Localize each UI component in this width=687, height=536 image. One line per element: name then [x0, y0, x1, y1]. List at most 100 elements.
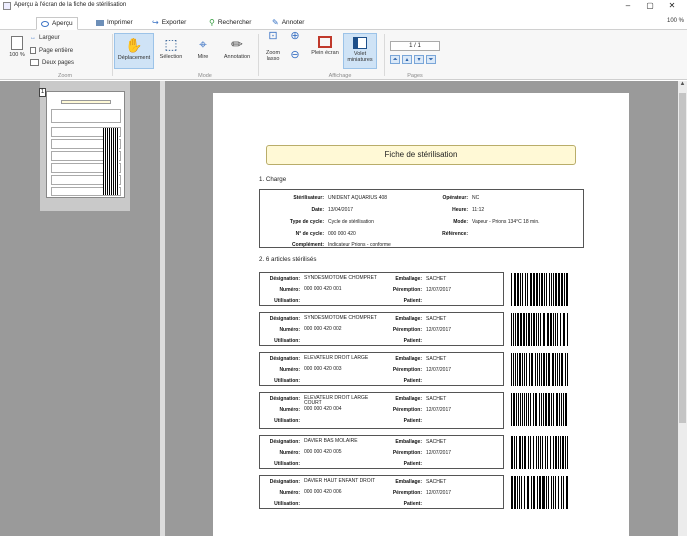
title-bar: Aperçu à l'écran de la fiche de stérilis…	[0, 0, 687, 12]
barcode-bar	[556, 393, 559, 426]
deux-pages-button[interactable]: Deux pages	[30, 59, 74, 66]
close-button[interactable]: ✕	[664, 1, 680, 11]
scroll-up-icon[interactable]: ▲	[678, 81, 687, 91]
designation-value: DAVIER BAS MOLAIRE	[304, 438, 358, 444]
barcode-bar	[511, 476, 513, 509]
barcode-bar	[526, 476, 529, 509]
document-viewport[interactable]: Fiche de stérilisation 1. Charge Stérili…	[165, 81, 678, 536]
page-thumbnail[interactable]	[46, 91, 125, 198]
barcode-bar	[515, 393, 517, 426]
designation-value: DAVIER HAUT ENFANT DROIT	[304, 478, 376, 484]
barcode-bar	[526, 393, 528, 426]
mire-button[interactable]: ⌖ Mire	[188, 33, 218, 69]
maximize-button[interactable]: ▢	[642, 1, 658, 11]
first-page-button[interactable]: ⏶	[390, 55, 400, 64]
peremption-label: Péremption:	[392, 450, 422, 456]
peremption-label: Péremption:	[392, 407, 422, 413]
search-icon: ⚲	[209, 18, 215, 27]
tab-rechercher[interactable]: ⚲ Rechercher	[205, 16, 255, 29]
date-label: Date:	[311, 207, 324, 213]
barcode-bar	[523, 436, 526, 469]
article-box: Désignation: ELEVATEUR DROIT LARGE COURT N…	[259, 392, 504, 429]
plein-ecran-label: Plein écran	[311, 50, 339, 56]
emballage-label: Emballage:	[395, 396, 422, 402]
barcode-bar	[517, 273, 519, 306]
zoom-percent-button[interactable]: 100 %	[4, 36, 30, 68]
next-page-button[interactable]: ▾	[414, 55, 424, 64]
barcode-bar	[530, 273, 532, 306]
thumbnail-panel[interactable]: 1	[0, 81, 160, 536]
fullscreen-icon	[318, 36, 332, 48]
tab-imprimer[interactable]: Imprimer	[92, 16, 137, 29]
peremption-value: 12/07/2017	[426, 407, 452, 413]
selection-button[interactable]: ⬚ Sélection	[156, 33, 186, 69]
page-counter-field[interactable]: 1 / 1	[390, 41, 440, 51]
printer-icon	[96, 19, 104, 26]
zoom-lasso-button[interactable]: Zoom lasso	[262, 50, 284, 72]
patient-label: Patient:	[403, 501, 422, 507]
last-page-icon: ⏷	[428, 57, 434, 63]
barcode-bar	[511, 353, 512, 386]
complement-value: Indicateur Prions - conforme	[328, 242, 391, 248]
annotation-button[interactable]: ✏ Annotation	[220, 33, 254, 69]
barcode-bar	[565, 353, 567, 386]
barcode-bar	[540, 313, 542, 346]
barcode-bar	[558, 273, 560, 306]
barcode-bar	[534, 353, 536, 386]
emballage-label: Emballage:	[395, 356, 422, 362]
vertical-scrollbar[interactable]: ▲	[678, 81, 687, 536]
minimize-button[interactable]: –	[620, 1, 636, 11]
volet-miniatures-button[interactable]: Volet miniatures	[343, 33, 377, 69]
designation-label: Désignation:	[269, 396, 300, 402]
barcode-bar	[525, 273, 526, 306]
barcode-bar	[555, 436, 558, 469]
barcode-bar	[560, 436, 562, 469]
barcode-bar	[520, 476, 522, 509]
emballage-label: Emballage:	[395, 439, 422, 445]
barcode-bar	[518, 476, 520, 509]
previous-page-button[interactable]: ▴	[402, 55, 412, 64]
numero-label: Numéro:	[279, 367, 300, 373]
emballage-value: SACHET	[426, 439, 447, 445]
selection-label: Sélection	[159, 54, 183, 60]
numero-value: 000 000 420 003	[304, 366, 342, 372]
barcode-bar	[518, 353, 521, 386]
last-page-button[interactable]: ⏷	[426, 55, 436, 64]
barcode-bar	[541, 476, 543, 509]
barcode-bar	[512, 393, 515, 426]
plein-ecran-button[interactable]: Plein écran	[308, 33, 342, 69]
tab-apercu-label: Aperçu	[52, 20, 73, 27]
charge-box: Stérilisateur: UNIDENT AQUARIUS 408 Date…	[259, 189, 584, 248]
barcode-bar	[520, 273, 521, 306]
page-entiere-button[interactable]: Page entière	[30, 47, 73, 54]
zoom-out-button[interactable]: ⊖	[286, 50, 304, 66]
tab-apercu[interactable]: Aperçu	[36, 17, 78, 30]
barcode	[511, 273, 569, 306]
barcode-bar	[542, 393, 544, 426]
barcode-bar	[525, 353, 527, 386]
tab-exporter[interactable]: ↪ Exporter	[148, 16, 190, 29]
deplacement-button[interactable]: ✋ Déplacement	[114, 33, 154, 69]
designation-label: Désignation:	[269, 316, 300, 322]
barcode-bar	[522, 273, 523, 306]
emballage-label: Emballage:	[395, 276, 422, 282]
zoom-area-button[interactable]: ⊡	[262, 31, 284, 47]
scrollbar-thumb[interactable]	[679, 93, 686, 423]
zoom-in-button[interactable]: ⊕	[286, 30, 304, 47]
page-zoom-icon	[11, 36, 23, 50]
barcode-bar	[551, 273, 552, 306]
group-mode-label: Mode	[198, 73, 212, 79]
designation-value: ELEVATEUR DROIT LARGE COURT	[304, 395, 369, 406]
barcode-bar	[562, 436, 565, 469]
largeur-button[interactable]: ↔ Largeur	[30, 35, 60, 41]
article-box: Désignation: ELEVATEUR DROIT LARGE Numéro:…	[259, 352, 504, 386]
ribbon-separator	[384, 34, 385, 76]
zoom-in-icon: ⊕	[290, 30, 300, 42]
peremption-value: 12/07/2017	[426, 367, 452, 373]
designation-label: Désignation:	[269, 479, 300, 485]
tab-annoter[interactable]: ✎ Annoter	[268, 16, 308, 29]
two-pages-icon	[30, 59, 39, 66]
barcode-bar	[513, 476, 516, 509]
pen-icon: ✏	[231, 36, 243, 52]
barcode	[511, 436, 569, 469]
